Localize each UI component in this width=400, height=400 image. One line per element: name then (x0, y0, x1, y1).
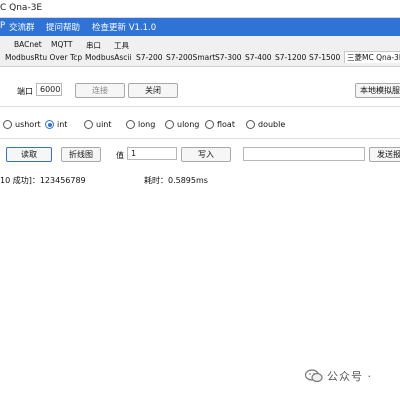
menu-item-help[interactable]: 提问帮助 (46, 21, 80, 33)
tab-tools[interactable]: 工具 (114, 40, 129, 51)
tab-modbusascii[interactable]: ModbusAscii (85, 53, 132, 62)
connect-button[interactable]: 连接 (75, 83, 125, 98)
radio-double[interactable] (246, 120, 255, 129)
radio-float[interactable] (205, 120, 214, 129)
window-title: C Qna-3E (0, 3, 43, 13)
elapsed-time-text: 耗时：0.5895ms (144, 176, 208, 185)
radio-label-ulong: ulong (177, 120, 200, 129)
tab-s7-1200[interactable]: S7-1200 (275, 53, 306, 62)
send-message-input[interactable] (243, 147, 365, 161)
menu-item-check-update[interactable]: 检查更新 V1.1.0 (92, 21, 156, 33)
protocol-tabs: BACnet MQTT 串口 工具 ModbusRtu Over Tcp Mod… (0, 37, 400, 65)
write-button[interactable]: 写入 (181, 147, 231, 162)
tab-s7-200smart[interactable]: S7-200Smart (166, 53, 215, 62)
watermark-text: 公众号 · (327, 370, 372, 383)
divider (0, 138, 400, 139)
menu-bar: P 交流群 提问帮助 检查更新 V1.1.0 (0, 18, 400, 36)
port-input[interactable]: 6000 (36, 83, 62, 96)
tab-s7-200[interactable]: S7-200 (136, 53, 163, 62)
read-button[interactable]: 读取 (6, 147, 52, 162)
port-label: 端口 (17, 87, 33, 96)
divider (0, 106, 400, 107)
radio-label-long: long (138, 120, 156, 129)
send-message-button[interactable]: 发送报 (369, 147, 400, 162)
content-panel (0, 66, 400, 400)
menu-item-group[interactable]: 交流群 (9, 21, 35, 33)
tab-mqtt[interactable]: MQTT (51, 40, 72, 49)
line-chart-button[interactable]: 折线图 (61, 147, 101, 162)
radio-ushort[interactable] (3, 120, 12, 129)
radio-label-float: float (217, 120, 235, 129)
value-input[interactable]: 1 (127, 147, 177, 160)
radio-label-ushort: ushort (15, 120, 41, 129)
menu-item-p[interactable]: P (0, 21, 5, 31)
wechat-icon (304, 369, 323, 383)
close-button[interactable]: 关闭 (128, 83, 178, 98)
local-simulate-button[interactable]: 本地模拟服 (355, 83, 400, 98)
tab-modbusrtu-over-tcp[interactable]: ModbusRtu Over Tcp (5, 53, 82, 62)
tab-serial[interactable]: 串口 (86, 40, 101, 51)
watermark: 公众号 · (304, 366, 372, 386)
title-bar: C Qna-3E (0, 0, 400, 18)
radio-label-int: int (57, 120, 68, 129)
tab-bacnet[interactable]: BACnet (14, 40, 42, 49)
radio-int[interactable] (45, 120, 54, 129)
tab-s7-1500[interactable]: S7-1500 (309, 53, 340, 62)
value-label: 值 (116, 151, 124, 160)
tab-mitsubishi-mc-qna-3e[interactable]: 三菱MC Qna-3E (344, 51, 400, 63)
radio-label-uint: uint (96, 120, 112, 129)
radio-ulong[interactable] (165, 120, 174, 129)
radio-long[interactable] (126, 120, 135, 129)
radio-uint[interactable] (84, 120, 93, 129)
tab-s7-300[interactable]: S7-300 (215, 53, 242, 62)
tab-s7-400[interactable]: S7-400 (245, 53, 272, 62)
radio-label-double: double (258, 120, 286, 129)
read-result-text: 10 成功]：123456789 (0, 176, 86, 185)
